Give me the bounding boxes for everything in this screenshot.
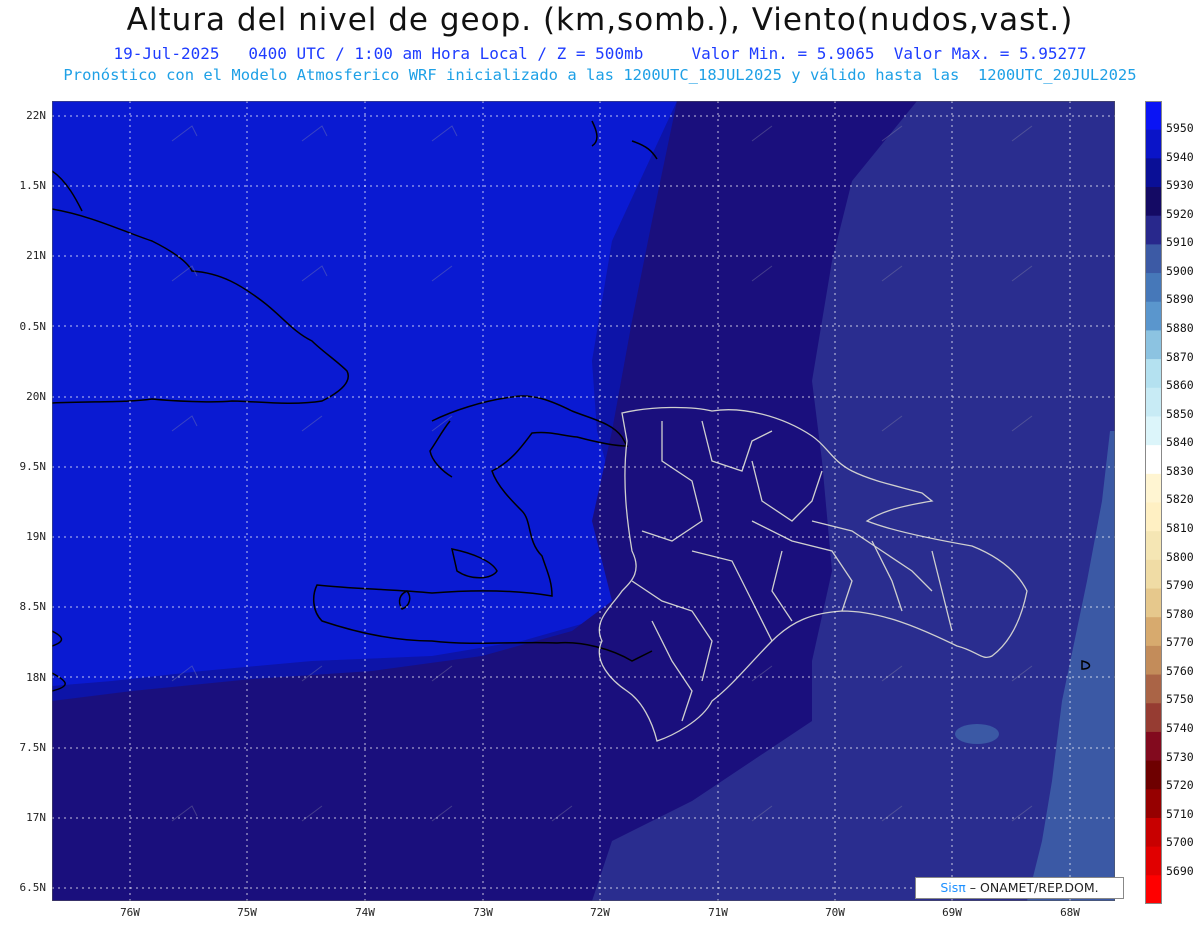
- lat-label: 9.5N: [19, 460, 47, 473]
- lon-label: 74W: [355, 906, 375, 919]
- colorbar-swatch: [1145, 273, 1162, 303]
- colorbar-swatch: [1145, 531, 1162, 561]
- lon-label: 69W: [942, 906, 962, 919]
- colorbar-label: 5800: [1166, 550, 1194, 564]
- colorbar-label: 5810: [1166, 521, 1194, 535]
- colorbar-swatch: [1145, 875, 1162, 904]
- lat-label: 19N: [26, 530, 46, 543]
- colorbar-swatch: [1145, 158, 1162, 188]
- lon-label: 70W: [825, 906, 845, 919]
- colorbar-label: 5910: [1166, 235, 1194, 249]
- colorbar-label: 5880: [1166, 321, 1194, 335]
- geopotential-map: [52, 101, 1115, 901]
- colorbar-swatch: [1145, 416, 1162, 446]
- map-title: Altura del nivel de geop. (km,somb.), Vi…: [126, 2, 1074, 38]
- colorbar-swatch: [1145, 129, 1162, 159]
- sispi-logo-text: Sisπ: [940, 880, 966, 895]
- lat-label: 20N: [26, 390, 46, 403]
- colorbar-swatch: [1145, 187, 1162, 217]
- colorbar-label: 5820: [1166, 492, 1194, 506]
- colorbar-label: 5850: [1166, 407, 1194, 421]
- colorbar-label: 5920: [1166, 207, 1194, 221]
- colorbar-label: 5720: [1166, 778, 1194, 792]
- colorbar-swatch: [1145, 703, 1162, 733]
- band-5900-patch: [955, 724, 999, 744]
- colorbar-label: 5730: [1166, 750, 1194, 764]
- colorbar-label: 5900: [1166, 264, 1194, 278]
- colorbar-label: 5830: [1166, 464, 1194, 478]
- colorbar-swatch: [1145, 445, 1162, 475]
- credit-box: Sisπ – ONAMET/REP.DOM.: [915, 877, 1124, 899]
- colorbar-swatch: [1145, 731, 1162, 762]
- colorbar-swatch: [1145, 101, 1162, 131]
- colorbar-swatch: [1145, 502, 1162, 532]
- colorbar-swatch: [1145, 817, 1162, 848]
- colorbar: [1145, 101, 1162, 904]
- colorbar-swatch: [1145, 301, 1162, 331]
- lat-label: 6.5N: [19, 881, 47, 894]
- lat-label: 1.5N: [19, 179, 47, 192]
- colorbar-swatch: [1145, 215, 1162, 245]
- colorbar-label: 5860: [1166, 378, 1194, 392]
- colorbar-label: 5950: [1166, 121, 1194, 135]
- colorbar-swatch: [1145, 674, 1162, 704]
- colorbar-label: 5700: [1166, 835, 1194, 849]
- lat-label: 8.5N: [19, 600, 47, 613]
- colorbar-label: 5780: [1166, 607, 1194, 621]
- lat-label: 21N: [26, 249, 46, 262]
- colorbar-swatch: [1145, 645, 1162, 676]
- colorbar-swatch: [1145, 330, 1162, 360]
- colorbar-swatch: [1145, 244, 1162, 274]
- lon-label: 71W: [708, 906, 728, 919]
- colorbar-swatch: [1145, 588, 1162, 618]
- colorbar-swatch: [1145, 789, 1162, 819]
- colorbar-swatch: [1145, 387, 1162, 417]
- lat-label: 18N: [26, 671, 46, 684]
- colorbar-label: 5890: [1166, 292, 1194, 306]
- lon-label: 73W: [473, 906, 493, 919]
- lat-label: 17N: [26, 811, 46, 824]
- lon-label: 76W: [120, 906, 140, 919]
- lon-label: 68W: [1060, 906, 1080, 919]
- lat-label: 22N: [26, 109, 46, 122]
- colorbar-label: 5750: [1166, 692, 1194, 706]
- colorbar-label: 5840: [1166, 435, 1194, 449]
- credit-text: – ONAMET/REP.DOM.: [965, 880, 1099, 895]
- colorbar-label: 5940: [1166, 150, 1194, 164]
- lon-label: 72W: [590, 906, 610, 919]
- colorbar-label: 5690: [1166, 864, 1194, 878]
- lon-label: 75W: [237, 906, 257, 919]
- colorbar-swatch: [1145, 559, 1162, 590]
- colorbar-swatch: [1145, 359, 1162, 389]
- model-info-line: Pronóstico con el Modelo Atmosferico WRF…: [63, 66, 1137, 84]
- colorbar-label: 5770: [1166, 635, 1194, 649]
- colorbar-swatch: [1145, 473, 1162, 503]
- valid-time-line: 19-Jul-2025 0400 UTC / 1:00 am Hora Loca…: [113, 44, 1087, 63]
- colorbar-label: 5740: [1166, 721, 1194, 735]
- colorbar-label: 5760: [1166, 664, 1194, 678]
- colorbar-swatch: [1145, 846, 1162, 876]
- colorbar-label: 5710: [1166, 807, 1194, 821]
- lat-label: 0.5N: [19, 320, 47, 333]
- colorbar-label: 5870: [1166, 350, 1194, 364]
- colorbar-swatch: [1145, 617, 1162, 647]
- lat-label: 7.5N: [19, 741, 47, 754]
- colorbar-label: 5930: [1166, 178, 1194, 192]
- colorbar-swatch: [1145, 760, 1162, 790]
- colorbar-label: 5790: [1166, 578, 1194, 592]
